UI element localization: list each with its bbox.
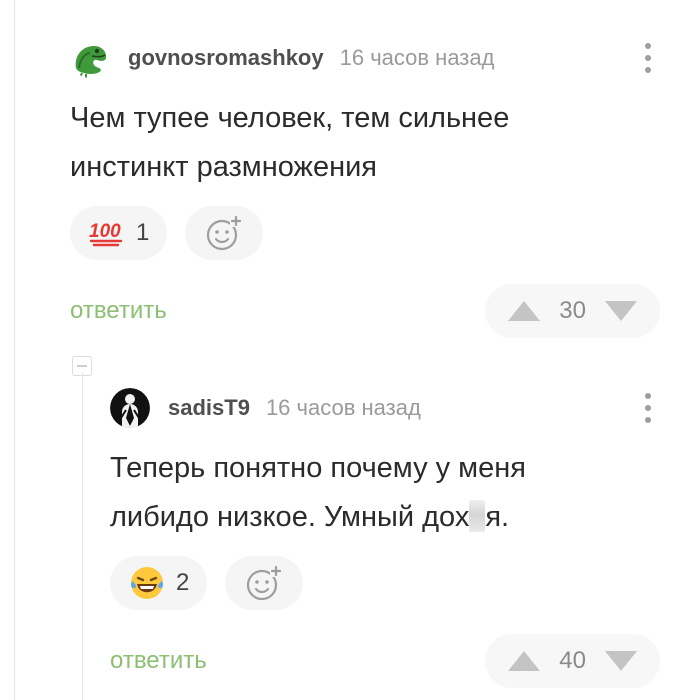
username[interactable]: sadisT9 [168,395,250,421]
add-emoji-icon [207,215,243,251]
reply-link[interactable]: ответить [110,647,207,675]
reaction-count: 1 [136,219,150,246]
reply-link[interactable]: ответить [70,297,167,325]
add-reaction-button[interactable] [225,556,304,610]
comment-text-fragment: либидо низкое. Умный дох [110,501,470,533]
reaction-count: 2 [176,569,190,596]
comment-header: govnosromashkoy 16 часов назад [70,30,660,86]
svg-text:100: 100 [89,221,121,242]
censor-blur [469,500,486,532]
comment-footer: ответить 30 [70,284,660,338]
vote-controls: 40 [485,634,660,688]
reactions: 100 1 [70,206,660,260]
vote-controls: 30 [485,284,660,338]
downvote-arrow-icon[interactable] [604,300,638,322]
avatar[interactable] [70,38,110,78]
timestamp[interactable]: 16 часов назад [266,395,421,421]
comment: govnosromashkoy 16 часов назад Чем тупее… [70,30,660,338]
add-reaction-button[interactable] [185,206,264,260]
laughing-tears-icon [128,564,166,602]
reactions: 2 [110,556,660,610]
thread-line [14,0,15,700]
add-emoji-icon [247,565,283,601]
comment-text: Теперь понятно почему у меня либидо низк… [110,444,660,542]
comment-text-line: Чем тупее человек, тем сильнее [70,102,510,134]
comment-header: sadisT9 16 часов назад [110,380,660,436]
avatar[interactable] [110,388,150,428]
username[interactable]: govnosromashkoy [128,45,324,71]
rating-score: 30 [559,297,586,324]
reply-thread-line [82,372,83,700]
rating-score: 40 [559,647,586,674]
comment-text-line: Теперь понятно почему у меня [110,452,526,484]
downvote-arrow-icon[interactable] [604,650,638,672]
suit-figure-avatar-icon [110,388,150,428]
reaction-pill[interactable]: 2 [110,556,208,610]
comment-text: Чем тупее человек, тем сильнее инстинкт … [70,94,660,192]
comment-reply: sadisT9 16 часов назад Теперь понятно по… [110,380,660,688]
comment-footer: ответить 40 [110,634,660,688]
comment-text-line: инстинкт размножения [70,151,377,183]
timestamp[interactable]: 16 часов назад [340,45,495,71]
more-options-icon[interactable] [636,388,660,428]
upvote-arrow-icon[interactable] [507,650,541,672]
hundred-points-icon: 100 [88,214,126,252]
reaction-pill[interactable]: 100 1 [70,206,168,260]
comment-text-fragment: я. [485,501,510,533]
upvote-arrow-icon[interactable] [507,300,541,322]
more-options-icon[interactable] [636,38,660,78]
comment-text-line: либидо низкое. Умный дох я. [110,493,660,542]
frog-avatar-icon [70,38,110,78]
